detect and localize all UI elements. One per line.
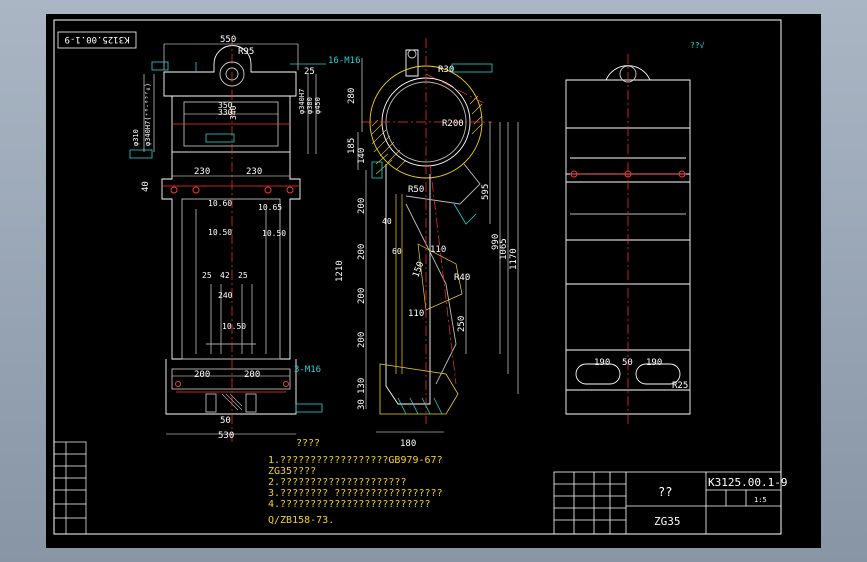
dim-1170: 1170 <box>509 248 519 270</box>
dim-1065: 1065 <box>499 238 509 260</box>
dim-110a: 110 <box>430 245 446 255</box>
dim-350: 350 <box>218 101 233 110</box>
dim-40: 40 <box>141 181 151 192</box>
dim-50-right: 50 <box>622 358 633 368</box>
drawing-sheet: K3125.00.1-9 550 R95 16-M16 25 330 340 3… <box>46 14 821 548</box>
dim-200d: 200 <box>357 332 367 348</box>
dim-185: 185 <box>347 138 357 154</box>
cad-viewport: K3125.00.1-9 550 R95 16-M16 25 330 340 3… <box>0 0 867 562</box>
dim-200c: 200 <box>357 288 367 304</box>
notes-heading: ???? <box>296 438 320 449</box>
dim-42: 42 <box>220 271 230 280</box>
dim-25c: 25 <box>238 271 248 280</box>
dim-60: 60 <box>392 247 402 256</box>
dim-230b: 230 <box>246 167 262 177</box>
holes-3-m16: 3-M16 <box>294 365 321 375</box>
rib-4: 10.50 <box>262 229 286 238</box>
dim-40: 40 <box>382 217 392 226</box>
r25: R25 <box>672 381 688 391</box>
phi-310: φ310 <box>132 129 140 146</box>
surface-note: ??√ <box>690 41 705 50</box>
r50: R50 <box>408 185 424 195</box>
r40: R40 <box>454 273 470 283</box>
rotated-code-box: K3125.00.1-9 <box>57 31 137 49</box>
side-centerlines <box>362 38 492 424</box>
note-line-5: 4.????????????????????????? <box>268 499 431 510</box>
note-line-3: 2.????????????????????? <box>268 477 406 488</box>
dim-230a: 230 <box>194 167 210 177</box>
dim-595: 595 <box>481 184 491 200</box>
dim-25: 25 <box>304 67 315 77</box>
dim-1210: 1210 <box>335 260 345 282</box>
phi-450: φ450 <box>314 97 322 114</box>
dim-200b: 200 <box>244 370 260 380</box>
dim-200a: 200 <box>194 370 210 380</box>
phi-380: φ380 <box>306 97 314 114</box>
rib-3: 10.65 <box>258 203 282 212</box>
note-line-6: Q/ZB158-73. <box>268 515 334 526</box>
dim-150: 150 <box>411 260 426 279</box>
dim-250: 250 <box>457 316 467 332</box>
rib-5: 10.50 <box>222 322 246 331</box>
title-scale: 1:5 <box>754 496 767 504</box>
phi-340h7: φ340H7 <box>298 89 306 114</box>
dim-130: 130 <box>357 378 367 394</box>
dim-110b: 110 <box>408 309 424 319</box>
dim-190a: 190 <box>594 358 610 368</box>
title-code: K3125.00.1-9 <box>708 476 787 489</box>
cad-drawing: K3125.00.1-9 550 R95 16-M16 25 330 340 3… <box>53 19 787 535</box>
note-line-4: 3.???????? ?????????????????? <box>268 488 443 499</box>
holes-16-m16: 16-M16 <box>328 56 361 66</box>
title-name: ?? <box>658 485 672 499</box>
title-material: ZG35 <box>654 515 681 528</box>
dim-240: 240 <box>218 291 233 300</box>
dim-200b: 200 <box>357 244 367 260</box>
radius-r95: R95 <box>238 47 254 57</box>
r200: R200 <box>442 119 464 129</box>
dim-180: 180 <box>400 439 416 449</box>
dim-140: 140 <box>357 148 367 164</box>
left-strip-table <box>53 441 87 535</box>
dim-50: 50 <box>220 416 231 426</box>
note-line-1: 1.??????????????????GB979-67? <box>268 455 443 466</box>
dim-190b: 190 <box>646 358 662 368</box>
dim-200a: 200 <box>357 198 367 214</box>
dim-25b: 25 <box>202 271 212 280</box>
side-annotations <box>371 63 493 415</box>
rib-1: 10.60 <box>208 199 232 208</box>
dim-550: 550 <box>220 35 236 45</box>
dia-left: φ340H7(⁺⁰·⁰⁵⁷₀) <box>144 83 152 146</box>
rib-2: 10.50 <box>208 228 232 237</box>
note-line-2: ZG35???? <box>268 466 316 477</box>
rotated-code-text: K3125.00.1-9 <box>64 34 129 44</box>
dim-530: 530 <box>218 431 234 441</box>
dim-280: 280 <box>347 88 357 104</box>
dim-30: 30 <box>357 399 367 410</box>
